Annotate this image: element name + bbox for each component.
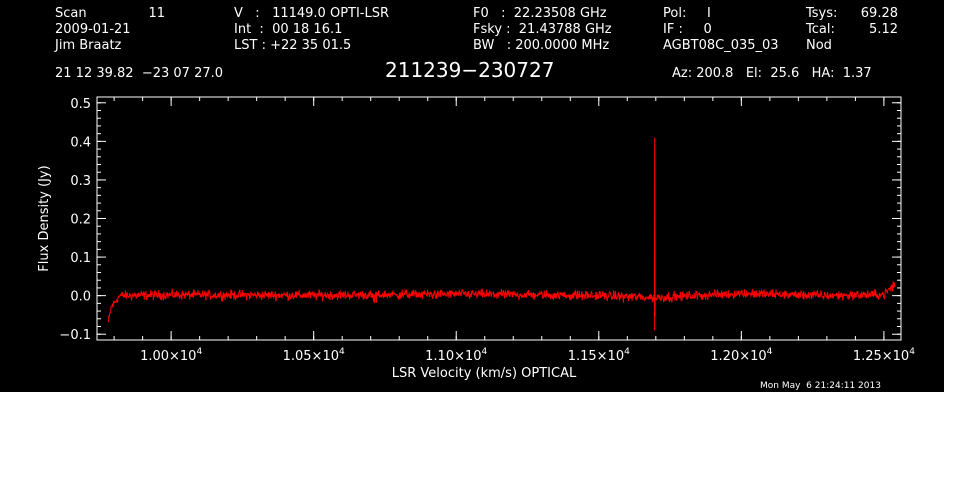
x-tick-label: 1.25×104 <box>853 347 915 364</box>
x-tick-exponent: 4 <box>339 347 345 357</box>
x-tick-exponent: 4 <box>909 347 915 357</box>
x-axis-label: LSR Velocity (km/s) OPTICAL <box>392 366 577 381</box>
y-axis-label: Flux Density (Jy) <box>37 165 52 271</box>
y-tick-label: 0.5 <box>70 97 91 112</box>
x-tick-exponent: 4 <box>767 347 773 357</box>
y-tick-label: 0.2 <box>70 213 91 228</box>
plot-timestamp: Mon May 6 21:24:11 2013 <box>760 381 881 391</box>
x-tick-label: 1.15×104 <box>568 347 630 364</box>
spectrum-layer <box>107 137 896 331</box>
y-tick-label: 0.1 <box>70 251 91 266</box>
spectrum-line <box>107 137 896 331</box>
x-tick-label: 1.05×104 <box>283 347 345 364</box>
plot-panel: Scan 11 2009-01-21 Jim Braatz V : 11149.… <box>0 0 944 392</box>
x-tick-exponent: 4 <box>196 347 202 357</box>
x-tick-label: 1.00×104 <box>140 347 202 364</box>
x-tick-exponent: 4 <box>482 347 488 357</box>
axes-layer: −0.1 0.0 0.1 0.2 0.3 0.4 0.5 1.00×104 1.05×104 1.… <box>37 96 915 381</box>
y-tick-label: 0.3 <box>70 174 91 189</box>
x-tick-label: 1.20×104 <box>710 347 772 364</box>
x-tick-exponent: 4 <box>624 347 630 357</box>
plot-frame <box>96 96 902 341</box>
x-tick-label: 1.10×104 <box>425 347 487 364</box>
y-tick-label: 0.0 <box>70 290 91 305</box>
y-tick-label: 0.4 <box>70 135 91 150</box>
spectrum-chart: −0.1 0.0 0.1 0.2 0.3 0.4 0.5 1.00×104 1.05×104 1.… <box>37 96 915 381</box>
y-tick-label: −0.1 <box>59 328 91 343</box>
